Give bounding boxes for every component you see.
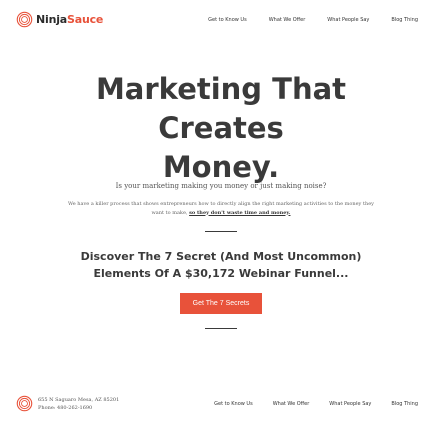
nav-get-to-know-us[interactable]: Get to Know Us bbox=[208, 17, 247, 23]
logo-text-sauce: Sauce bbox=[67, 13, 104, 26]
nav-what-we-offer[interactable]: What We Offer bbox=[269, 17, 306, 23]
site-header: NinjaSauce Get to Know Us What We Offer … bbox=[0, 0, 442, 40]
hero-title: Marketing That Creates Money. bbox=[40, 70, 402, 187]
hero-description-link[interactable]: so they don't waste time and money. bbox=[189, 210, 290, 216]
footer-nav-get-to-know-us[interactable]: Get to Know Us bbox=[214, 401, 253, 407]
footer-phone: Phone: 480-262-1690 bbox=[38, 405, 93, 411]
divider-top bbox=[205, 231, 237, 232]
footer-address: 655 N Saguaro Mesa, AZ 85201 Phone: 480-… bbox=[38, 396, 119, 412]
footer-address-line: 655 N Saguaro Mesa, AZ 85201 bbox=[38, 397, 120, 403]
promo-line2: Elements Of A $30,172 Webinar Funnel... bbox=[93, 267, 349, 280]
main-nav: Get to Know Us What We Offer What People… bbox=[186, 17, 418, 23]
hero-question: Is your marketing making you money or ju… bbox=[115, 182, 327, 190]
footer-nav: Get to Know Us What We Offer What People… bbox=[194, 401, 418, 407]
logo-link[interactable]: NinjaSauce bbox=[16, 11, 103, 28]
hero-description: We have a killer process that shows entr… bbox=[62, 200, 380, 217]
promo-line1: Discover The 7 Secret (And Most Uncommon… bbox=[80, 250, 362, 263]
nav-blog-thing[interactable]: Blog Thing bbox=[391, 17, 418, 23]
hero-title-line2: Money. bbox=[162, 150, 280, 184]
get-secrets-button[interactable]: Get The 7 Secrets bbox=[180, 293, 262, 314]
nav-what-people-say[interactable]: What People Say bbox=[327, 17, 369, 23]
footer-spiral-logo-icon[interactable] bbox=[16, 395, 33, 412]
hero-title-line1: Marketing That Creates bbox=[95, 72, 347, 145]
spiral-logo-icon bbox=[16, 11, 33, 28]
footer-nav-what-we-offer[interactable]: What We Offer bbox=[273, 401, 310, 407]
footer-nav-what-people-say[interactable]: What People Say bbox=[329, 401, 371, 407]
logo-text: NinjaSauce bbox=[36, 13, 103, 26]
divider-bottom bbox=[205, 328, 237, 329]
promo-heading: Discover The 7 Secret (And Most Uncommon… bbox=[60, 248, 382, 282]
logo-text-ninja: Ninja bbox=[36, 13, 68, 26]
footer-nav-blog-thing[interactable]: Blog Thing bbox=[391, 401, 418, 407]
